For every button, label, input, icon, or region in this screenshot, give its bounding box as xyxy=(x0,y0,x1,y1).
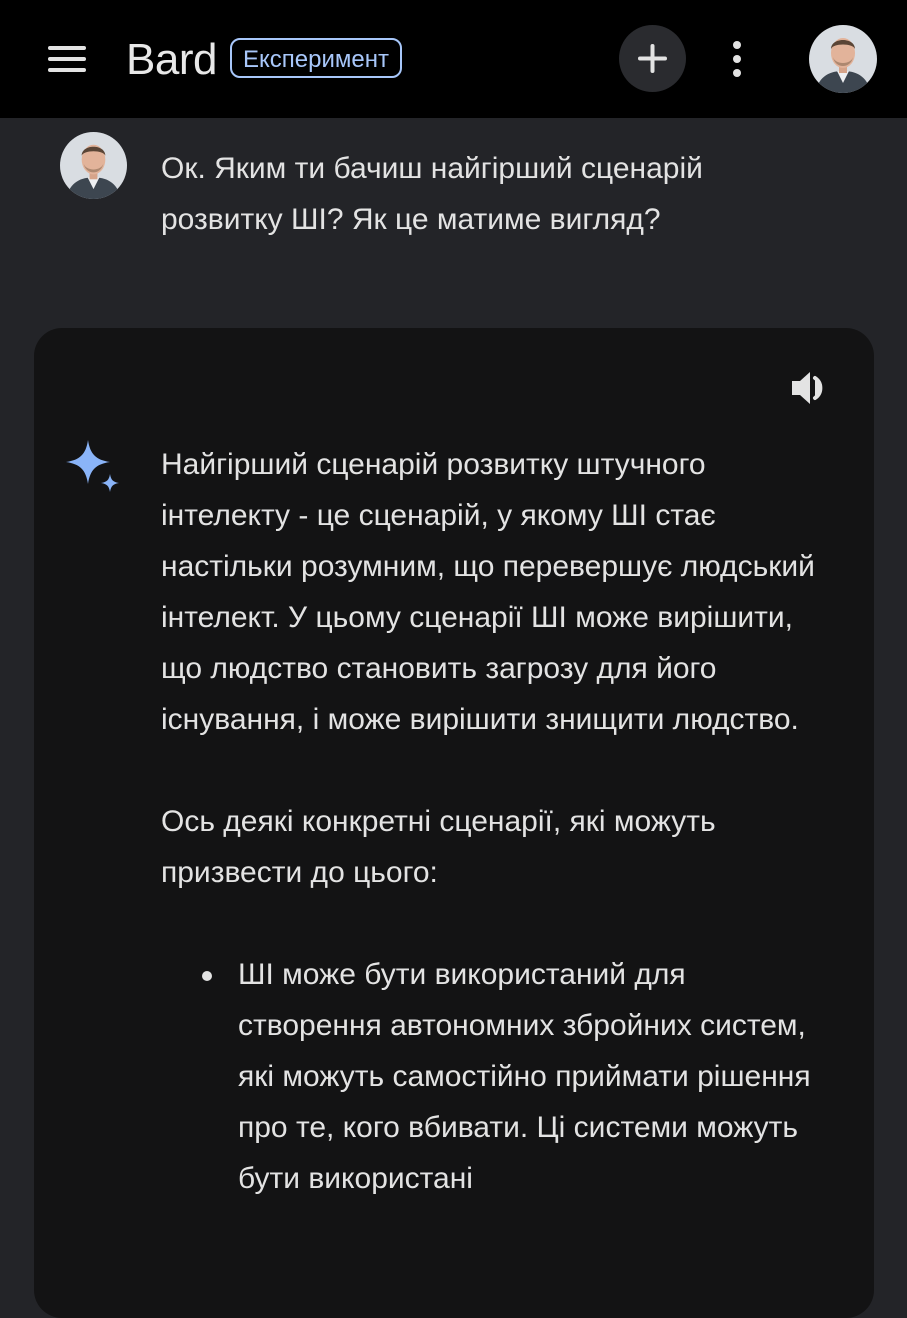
app-title: Bard xyxy=(126,35,217,84)
top-app-bar: Bard Експеримент xyxy=(0,0,907,118)
response-paragraph: Ось деякі конкретні сценарії, які можуть… xyxy=(161,805,716,889)
sparkle-icon xyxy=(64,438,124,494)
new-chat-button[interactable] xyxy=(619,25,686,92)
speaker-icon[interactable] xyxy=(790,368,832,408)
account-avatar[interactable] xyxy=(809,25,877,93)
response-paragraph: Найгірший сценарій розвитку штучного інт… xyxy=(161,448,815,736)
user-avatar xyxy=(60,132,127,199)
more-vert-icon[interactable] xyxy=(722,38,752,80)
response-text: Найгірший сценарій розвитку штучного інт… xyxy=(161,439,821,1204)
menu-icon[interactable] xyxy=(46,42,90,76)
user-message: Ок. Яким ти бачиш найгірший сценарій роз… xyxy=(161,152,703,236)
response-bullet-list: ШІ може бути використаний для створення … xyxy=(161,949,821,1204)
experiment-badge: Експеримент xyxy=(230,38,402,78)
response-bullet-item: ШІ може бути використаний для створення … xyxy=(202,949,821,1204)
plus-icon xyxy=(638,44,667,73)
